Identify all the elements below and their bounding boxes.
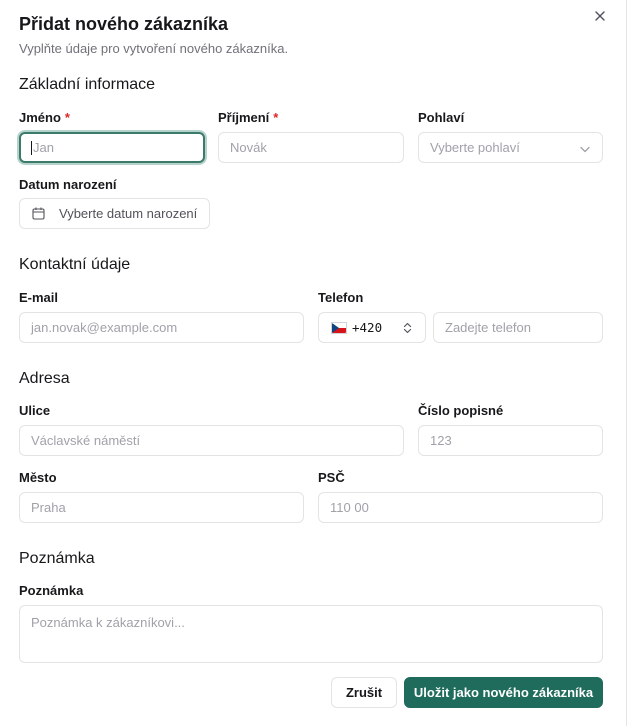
gender-select[interactable]: Vyberte pohlaví: [418, 132, 603, 163]
dialog-title: Přidat nového zákazníka: [19, 14, 229, 34]
calendar-icon: [32, 207, 45, 220]
cancel-button[interactable]: Zrušit: [331, 677, 397, 708]
zip-label: PSČ: [318, 470, 345, 485]
birth-date-label: Datum narození: [19, 177, 117, 192]
czech-flag-icon: [331, 321, 347, 334]
last-name-label: Příjmení *: [218, 110, 279, 125]
required-mark: *: [64, 110, 70, 125]
street-label: Ulice: [19, 403, 51, 418]
add-customer-dialog: Přidat nového zákazníka Vyplňte údaje pr…: [0, 0, 627, 726]
text-caret: [31, 140, 32, 155]
house-number-label: Číslo popisné: [418, 403, 504, 418]
first-name-label: Jméno *: [19, 110, 70, 125]
phone-label: Telefon: [318, 290, 364, 305]
street-input[interactable]: Václavské náměstí: [19, 425, 404, 456]
required-mark: *: [273, 110, 279, 125]
note-textarea[interactable]: Poznámka k zákazníkovi...: [19, 605, 603, 663]
first-name-input[interactable]: Jan: [19, 132, 205, 163]
dialog-subtitle: Vyplňte údaje pro vytvoření nového zákaz…: [19, 41, 289, 56]
email-label: E-mail: [19, 290, 59, 305]
save-customer-button[interactable]: Uložit jako nového zákazníka: [404, 677, 603, 708]
birth-date-picker[interactable]: Vyberte datum narození: [19, 198, 210, 229]
section-contact: Kontaktní údaje: [19, 256, 131, 273]
gender-label: Pohlaví: [418, 110, 465, 125]
last-name-input[interactable]: Novák: [218, 132, 404, 163]
chevron-down-icon: [580, 140, 590, 155]
country-code: +420: [352, 320, 383, 335]
zip-input[interactable]: 110 00: [318, 492, 603, 523]
section-basic-info: Základní informace: [19, 76, 156, 93]
phone-input[interactable]: Zadejte telefon: [433, 312, 603, 343]
section-address: Adresa: [19, 370, 70, 387]
phone-country-select[interactable]: +420: [318, 312, 426, 343]
chevron-up-down-icon: [403, 322, 412, 337]
house-number-input[interactable]: 123: [418, 425, 603, 456]
note-label: Poznámka: [19, 583, 84, 598]
close-icon[interactable]: [592, 8, 608, 24]
section-note: Poznámka: [19, 550, 95, 567]
city-label: Město: [19, 470, 57, 485]
city-input[interactable]: Praha: [19, 492, 304, 523]
email-input[interactable]: jan.novak@example.com: [19, 312, 304, 343]
